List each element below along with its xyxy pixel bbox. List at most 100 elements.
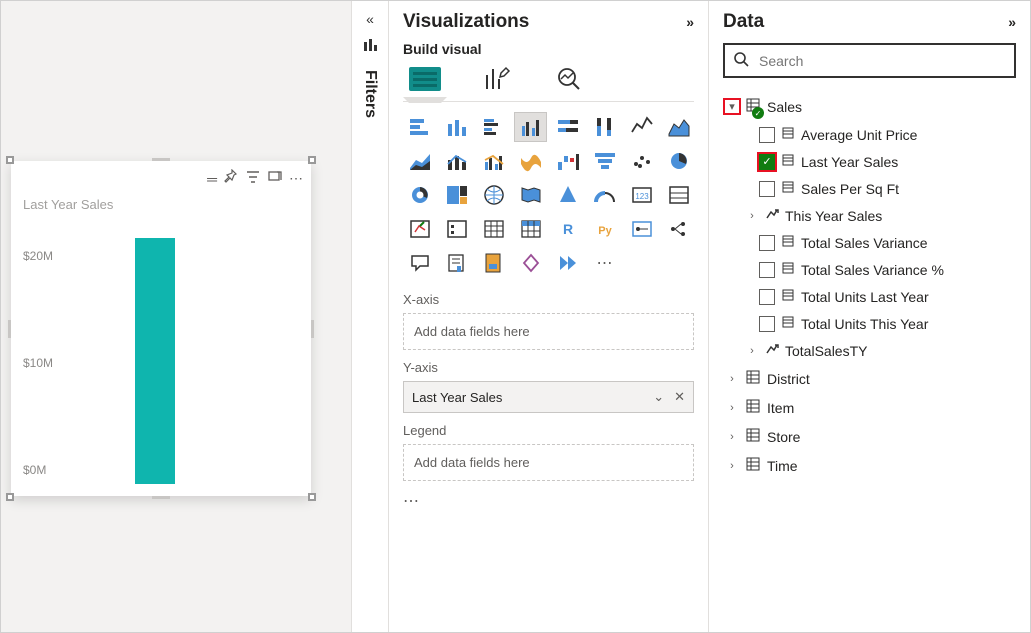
y-axis-field-pill[interactable]: Last Year Sales ⌄ ✕	[403, 381, 694, 413]
viz-line[interactable]	[625, 112, 658, 142]
table-store[interactable]: › Store	[723, 422, 1016, 451]
viz-power-apps[interactable]	[514, 248, 547, 278]
table-sales[interactable]: ▾ ✓ Sales	[723, 92, 1016, 121]
viz-key-influencers[interactable]	[625, 214, 658, 244]
viz-filled-map[interactable]	[514, 180, 547, 210]
report-canvas[interactable]: ═ ⋯ Last Year Sales $0M $10M $20M	[1, 1, 351, 632]
tab-build-visual[interactable]	[407, 63, 443, 95]
viz-area[interactable]	[662, 112, 695, 142]
collapse-viz-icon[interactable]: »	[686, 14, 694, 30]
viz-power-automate[interactable]	[551, 248, 584, 278]
focus-mode-icon[interactable]	[267, 169, 283, 188]
chevron-down-icon[interactable]: ▾	[725, 100, 739, 113]
bar[interactable]	[135, 238, 175, 484]
viz-donut[interactable]	[403, 180, 436, 210]
viz-azure-map[interactable]	[551, 180, 584, 210]
chevron-right-icon[interactable]: ›	[725, 373, 739, 385]
resize-handle[interactable]	[308, 156, 316, 164]
viz-scatter[interactable]	[625, 146, 658, 176]
field-total-sales-variance[interactable]: Total Sales Variance	[723, 229, 1016, 256]
field-total-sales-variance-pct[interactable]: Total Sales Variance %	[723, 256, 1016, 283]
x-axis-drop[interactable]: Add data fields here	[403, 313, 694, 350]
field-total-sales-ty[interactable]: › TotalSalesTY	[723, 337, 1016, 364]
chevron-right-icon[interactable]: ›	[745, 210, 759, 222]
field-avg-unit-price[interactable]: Average Unit Price	[723, 121, 1016, 148]
viz-kpi[interactable]	[403, 214, 436, 244]
filters-icon[interactable]	[362, 37, 378, 56]
viz-line-stacked-column[interactable]	[440, 146, 473, 176]
viz-decomposition-tree[interactable]	[662, 214, 695, 244]
remove-field-icon[interactable]: ✕	[674, 389, 685, 405]
chevron-right-icon[interactable]: ›	[725, 431, 739, 443]
checkbox[interactable]	[759, 262, 775, 278]
viz-ribbon[interactable]	[514, 146, 547, 176]
filter-icon[interactable]	[245, 169, 261, 188]
visual-toolbar: ═ ⋯	[207, 169, 303, 188]
viz-more[interactable]: ⋯	[588, 248, 621, 278]
viz-line-clustered-column[interactable]	[477, 146, 510, 176]
resize-handle[interactable]	[8, 320, 11, 338]
viz-waterfall[interactable]	[551, 146, 584, 176]
resize-handle[interactable]	[308, 493, 316, 501]
viz-stacked-area[interactable]	[403, 146, 436, 176]
viz-matrix[interactable]	[514, 214, 547, 244]
resize-handle[interactable]	[152, 158, 170, 161]
table-item[interactable]: › Item	[723, 393, 1016, 422]
viz-table[interactable]	[477, 214, 510, 244]
legend-drop[interactable]: Add data fields here	[403, 444, 694, 481]
checkbox[interactable]	[759, 127, 775, 143]
viz-paginated-report[interactable]	[477, 248, 510, 278]
checkbox[interactable]	[759, 316, 775, 332]
search-input[interactable]	[757, 52, 1006, 70]
field-sales-per-sqft[interactable]: Sales Per Sq Ft	[723, 175, 1016, 202]
search-box[interactable]	[723, 43, 1016, 78]
viz-stacked-bar[interactable]	[403, 112, 436, 142]
field-last-year-sales[interactable]: ✓ Last Year Sales	[723, 148, 1016, 175]
field-total-units-this-year[interactable]: Total Units This Year	[723, 310, 1016, 337]
table-district[interactable]: › District	[723, 364, 1016, 393]
viz-funnel[interactable]	[588, 146, 621, 176]
viz-qa[interactable]	[403, 248, 436, 278]
visual-container[interactable]: ═ ⋯ Last Year Sales $0M $10M $20M	[11, 161, 311, 496]
chevron-down-icon[interactable]: ⌄	[653, 389, 664, 405]
viz-100-stacked-column[interactable]	[588, 112, 621, 142]
chevron-right-icon[interactable]: ›	[725, 402, 739, 414]
viz-clustered-bar[interactable]	[477, 112, 510, 142]
viz-treemap[interactable]	[440, 180, 473, 210]
viz-100-stacked-bar[interactable]	[551, 112, 584, 142]
resize-handle[interactable]	[311, 320, 314, 338]
viz-map[interactable]	[477, 180, 510, 210]
viz-multirow-card[interactable]	[662, 180, 695, 210]
viz-slicer[interactable]	[440, 214, 473, 244]
viz-clustered-column[interactable]	[514, 112, 547, 142]
checkbox[interactable]	[759, 289, 775, 305]
tab-analytics[interactable]	[551, 63, 587, 95]
viz-narrative[interactable]	[440, 248, 473, 278]
checkbox[interactable]	[759, 235, 775, 251]
viz-pie[interactable]	[662, 146, 695, 176]
viz-py-script[interactable]: Py	[588, 214, 621, 244]
drag-handle-icon[interactable]: ═	[207, 171, 217, 187]
collapse-data-icon[interactable]: »	[1008, 14, 1016, 30]
viz-card[interactable]: 123	[625, 180, 658, 210]
resize-handle[interactable]	[6, 493, 14, 501]
filters-label[interactable]: Filters	[361, 70, 379, 118]
viz-stacked-column[interactable]	[440, 112, 473, 142]
field-this-year-sales[interactable]: › This Year Sales	[723, 202, 1016, 229]
hierarchy-icon	[765, 207, 779, 224]
resize-handle[interactable]	[6, 156, 14, 164]
viz-gauge[interactable]	[588, 180, 621, 210]
more-field-wells[interactable]: ⋯	[403, 491, 694, 511]
resize-handle[interactable]	[152, 496, 170, 499]
chevron-right-icon[interactable]: ›	[725, 460, 739, 472]
field-total-units-last-year[interactable]: Total Units Last Year	[723, 283, 1016, 310]
table-time[interactable]: › Time	[723, 451, 1016, 480]
more-options-icon[interactable]: ⋯	[289, 170, 303, 187]
chevron-right-icon[interactable]: ›	[745, 345, 759, 357]
checkbox[interactable]: ✓	[759, 154, 775, 170]
pin-icon[interactable]	[223, 169, 239, 188]
tab-format-visual[interactable]	[479, 63, 515, 95]
viz-r-script[interactable]: R	[551, 214, 584, 244]
checkbox[interactable]	[759, 181, 775, 197]
expand-filters-icon[interactable]: «	[366, 11, 374, 27]
